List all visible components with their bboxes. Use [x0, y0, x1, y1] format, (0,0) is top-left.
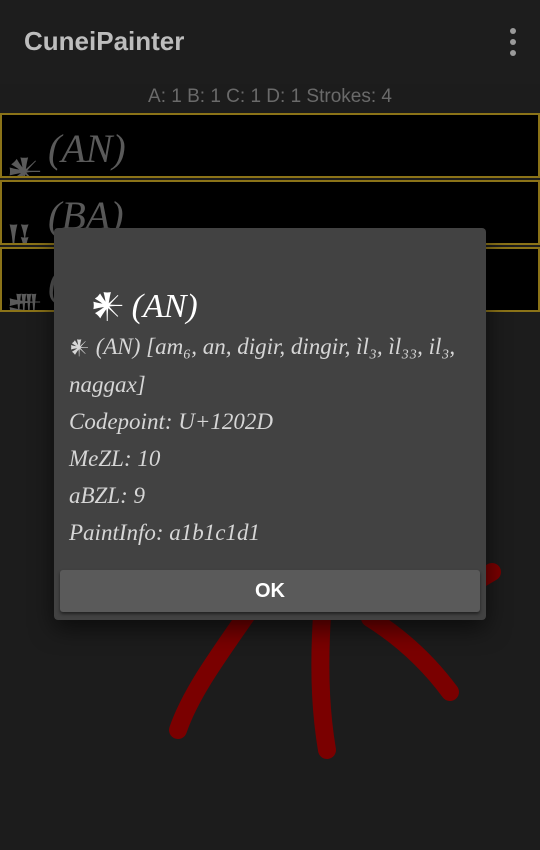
sign-readings: 𒀭 (AN) [am₆, an, digir, dingir, ìl₃, ìl₃…	[69, 328, 474, 403]
sign-info-dialog: 𒀭 (AN) 𒀭 (AN) [am₆, an, digir, dingir, ìl…	[54, 228, 486, 620]
dialog-body: 𒀭 (AN) [am₆, an, digir, dingir, ìl₃, ìl₃…	[69, 328, 474, 551]
dialog-title-label: (AN)	[131, 288, 198, 325]
app-bar: CuneiPainter	[0, 0, 540, 84]
sign-row-an[interactable]: 𒀭 (AN)	[0, 113, 540, 178]
codepoint-text: Codepoint: U+1202D	[69, 409, 273, 434]
stroke-c	[361, 609, 459, 701]
cuneiform-glyph: 𒀭	[69, 335, 90, 359]
sign-label: (AN)	[48, 126, 126, 171]
ok-button[interactable]: OK	[60, 570, 480, 612]
cuneiform-glyph: 𒀭	[6, 152, 44, 178]
stroke-status: A: 1 B: 1 C: 1 D: 1 Strokes: 4	[148, 86, 392, 107]
app-title: CuneiPainter	[24, 26, 185, 56]
stroke-b	[311, 606, 336, 759]
overflow-menu-icon[interactable]	[508, 28, 518, 56]
mezl-text: MeZL: 10	[69, 446, 161, 471]
cuneiform-glyph: 𒀀	[6, 219, 33, 245]
cuneiform-glyph: 𒀭	[90, 286, 126, 326]
abzl-text: aBZL: 9	[69, 483, 146, 508]
paintinfo-text: PaintInfo: a1b1c1d1	[69, 520, 260, 545]
readings-text: (AN) [am₆, an, digir, dingir, ìl₃, ìl₃₃,…	[69, 334, 456, 397]
stroke-a	[169, 601, 259, 739]
